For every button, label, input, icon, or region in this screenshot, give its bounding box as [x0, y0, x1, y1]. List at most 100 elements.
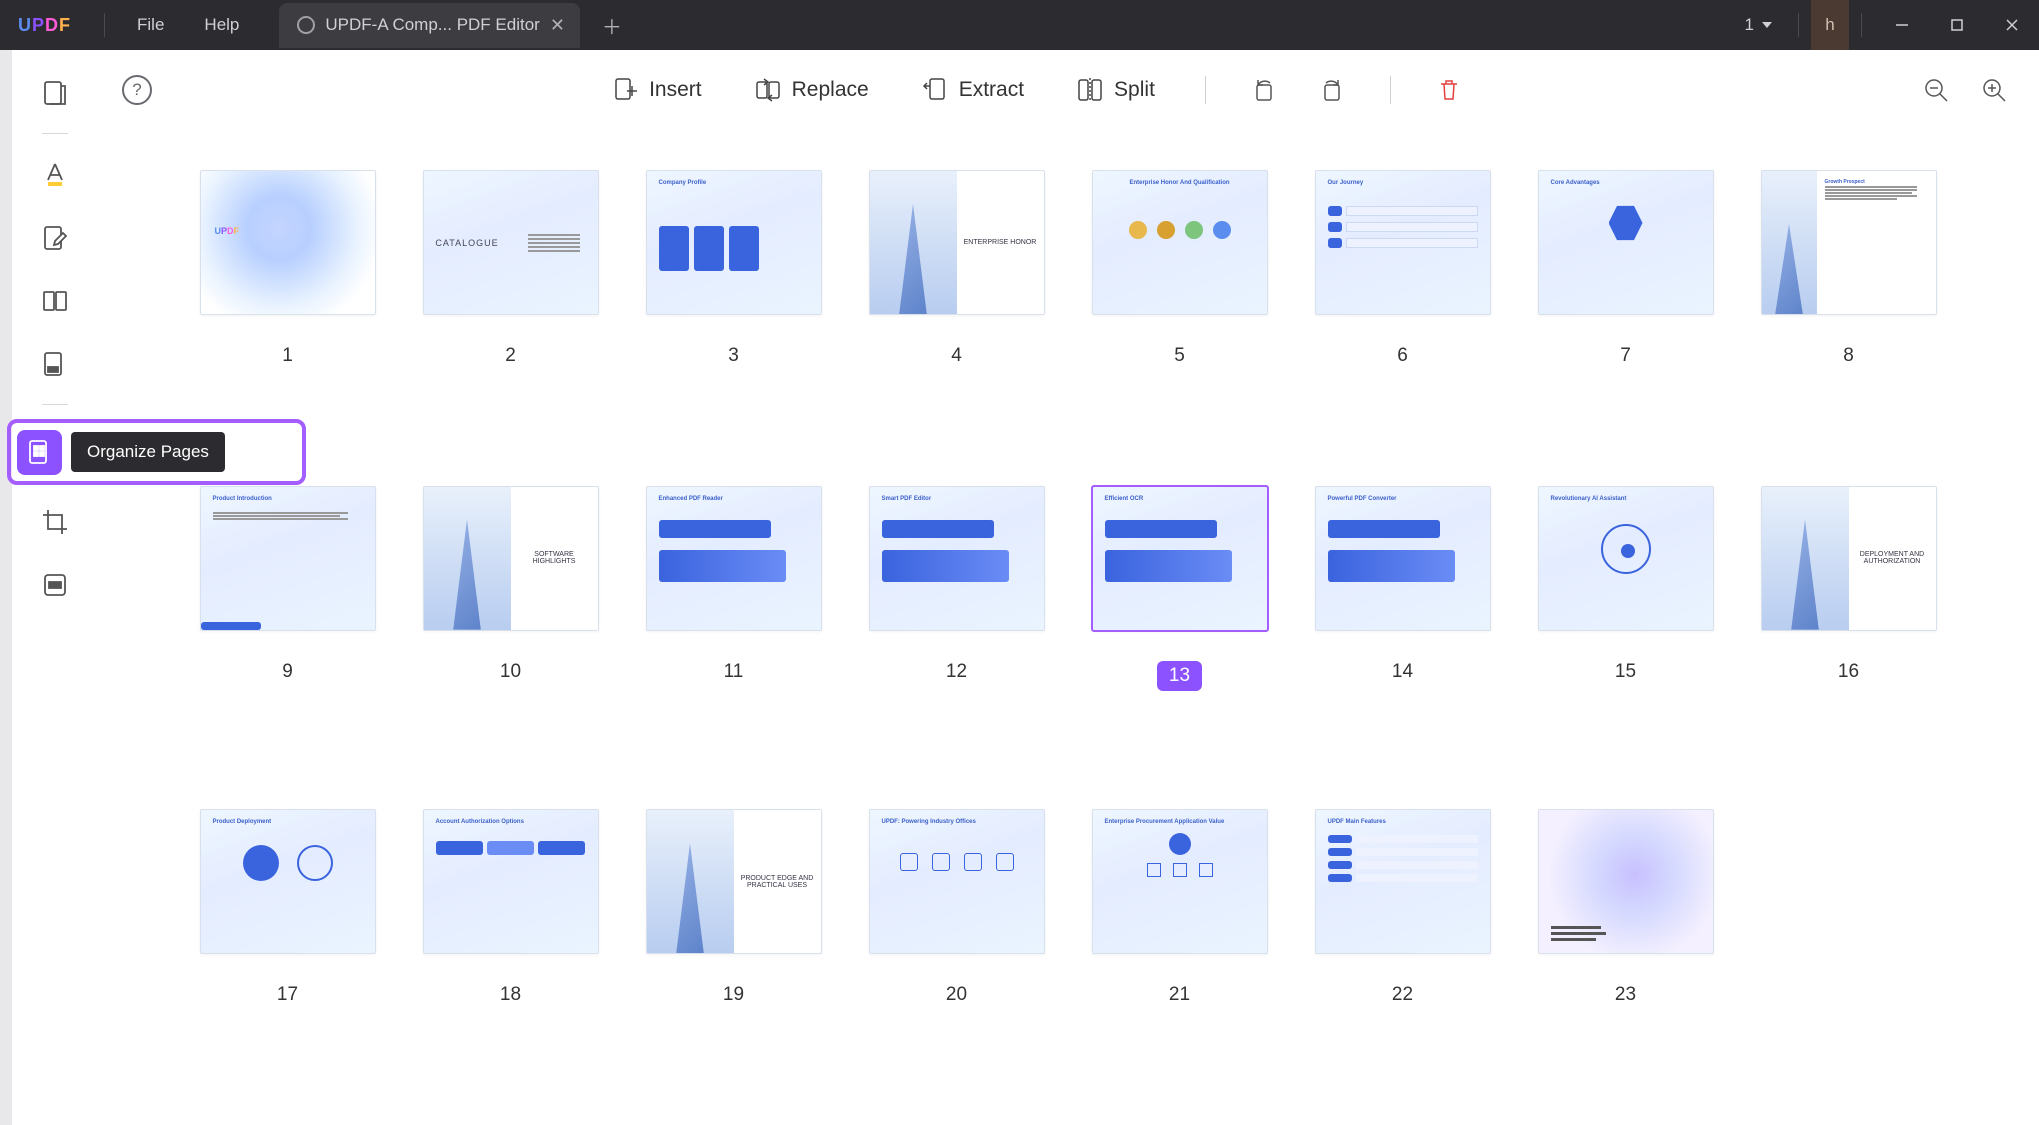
- page-thumbnail-image[interactable]: SOFTWARE HIGHLIGHTS: [423, 486, 599, 631]
- page-thumbnail-image[interactable]: Enterprise Honor And Qualification: [1092, 170, 1268, 315]
- delete-button[interactable]: [1429, 70, 1469, 110]
- page-thumbnail-image[interactable]: Enterprise Procurement Application Value: [1092, 809, 1268, 954]
- page-thumbnail-image[interactable]: PRODUCT EDGE AND PRACTICAL USES: [646, 809, 822, 954]
- workspace-number: 1: [1745, 15, 1754, 35]
- reader-tool-icon[interactable]: [32, 70, 77, 115]
- page-thumbnail[interactable]: PRODUCT EDGE AND PRACTICAL USES19: [643, 809, 824, 1065]
- thumbnail-grid: UPDF 1 CATALOGUE 2 Company Profile 3 ENTERPRIS…: [97, 130, 2039, 1125]
- page-thumbnail[interactable]: Efficient OCR13: [1089, 486, 1270, 750]
- tab-close-icon[interactable]: ✕: [550, 15, 565, 36]
- page-thumbnail[interactable]: Our Journey6: [1312, 170, 1493, 426]
- page-thumbnail-image[interactable]: Revolutionary AI Assistant: [1538, 486, 1714, 631]
- page-thumbnail-image[interactable]: [1538, 809, 1714, 954]
- menu-file[interactable]: File: [117, 0, 184, 50]
- page-thumbnail-image[interactable]: CATALOGUE: [423, 170, 599, 315]
- split-label: Split: [1114, 78, 1155, 102]
- page-number-label: 14: [1392, 661, 1413, 683]
- user-avatar[interactable]: h: [1811, 0, 1849, 50]
- sidebar-separator: [42, 133, 68, 134]
- rotate-right-button[interactable]: [1312, 70, 1352, 110]
- page-thumbnail-image[interactable]: UPDF: [200, 170, 376, 315]
- page-thumbnail[interactable]: Enhanced PDF Reader 11: [643, 486, 824, 750]
- page-thumbnail[interactable]: Company Profile 3: [643, 170, 824, 426]
- page-thumbnail-image[interactable]: Core Advantages: [1538, 170, 1714, 315]
- page-number-label: 1: [282, 345, 293, 367]
- workarea: ? Insert Replace Extract: [97, 50, 2039, 1125]
- help-icon[interactable]: ?: [122, 75, 152, 105]
- page-number-label: 15: [1615, 661, 1636, 683]
- page-number-label: 3: [728, 345, 739, 367]
- extract-label: Extract: [959, 78, 1024, 102]
- organize-toolbar: ? Insert Replace Extract: [97, 50, 2039, 130]
- page-thumbnail[interactable]: UPDF 1: [197, 170, 378, 426]
- page-thumbnail[interactable]: Product Introduction9: [197, 486, 378, 750]
- edit-tool-icon[interactable]: [32, 215, 77, 260]
- left-gutter: [0, 50, 12, 1125]
- page-thumbnail-image[interactable]: Efficient OCR: [1092, 486, 1268, 631]
- page-thumbnail-image[interactable]: UPDF: Powering Industry Offices: [869, 809, 1045, 954]
- workspace-selector[interactable]: 1: [1731, 15, 1786, 35]
- page-thumbnail[interactable]: Product Deployment17: [197, 809, 378, 1065]
- page-thumbnail-image[interactable]: Smart PDF Editor: [869, 486, 1045, 631]
- page-thumbnail-image[interactable]: Our Journey: [1315, 170, 1491, 315]
- page-thumbnail[interactable]: Smart PDF Editor 12: [866, 486, 1047, 750]
- page-thumbnail-image[interactable]: Company Profile: [646, 170, 822, 315]
- chevron-down-icon: [1762, 22, 1772, 28]
- form-tool-icon[interactable]: [32, 341, 77, 386]
- page-thumbnail[interactable]: Revolutionary AI Assistant 15: [1535, 486, 1716, 750]
- page-thumbnail[interactable]: SOFTWARE HIGHLIGHTS10: [420, 486, 601, 750]
- page-thumbnail[interactable]: UPDF: Powering Industry Offices 20: [866, 809, 1047, 1065]
- extract-button[interactable]: Extract: [909, 70, 1036, 110]
- rotate-left-button[interactable]: [1244, 70, 1284, 110]
- divider: [1861, 13, 1862, 37]
- sidebar-separator: [42, 404, 68, 405]
- organize-pages-button[interactable]: Organize Pages: [17, 430, 62, 475]
- page-tools-icon[interactable]: [32, 278, 77, 323]
- maximize-button[interactable]: [1929, 0, 1984, 50]
- page-thumbnail-image[interactable]: Product Introduction: [200, 486, 376, 631]
- page-thumbnail[interactable]: Enterprise Procurement Application Value…: [1089, 809, 1270, 1065]
- page-thumbnail[interactable]: Powerful PDF Converter 14: [1312, 486, 1493, 750]
- page-thumbnail-image[interactable]: ENTERPRISE HONOR: [869, 170, 1045, 315]
- new-tab-button[interactable]: ＋: [602, 11, 622, 40]
- page-thumbnail-image[interactable]: Account Authorization Options: [423, 809, 599, 954]
- crop-tool-icon[interactable]: [32, 499, 77, 544]
- split-button[interactable]: Split: [1064, 70, 1167, 110]
- page-number-label: 23: [1615, 984, 1636, 1006]
- page-thumbnail[interactable]: Core Advantages7: [1535, 170, 1716, 426]
- page-thumbnail[interactable]: Enterprise Honor And Qualification 5: [1089, 170, 1270, 426]
- page-thumbnail-image[interactable]: Enhanced PDF Reader: [646, 486, 822, 631]
- page-thumbnail[interactable]: Account Authorization Options18: [420, 809, 601, 1065]
- page-number-label: 12: [946, 661, 967, 683]
- page-thumbnail-image[interactable]: Powerful PDF Converter: [1315, 486, 1491, 631]
- page-thumbnail[interactable]: ENTERPRISE HONOR4: [866, 170, 1047, 426]
- document-tab[interactable]: UPDF-A Comp... PDF Editor ✕: [279, 3, 580, 48]
- page-number-label: 2: [505, 345, 516, 367]
- page-thumbnail-image[interactable]: DEPLOYMENT AND AUTHORIZATION: [1761, 486, 1937, 631]
- page-number-label: 11: [724, 661, 744, 683]
- page-thumbnail-image[interactable]: UPDF Main Features: [1315, 809, 1491, 954]
- comment-tool-icon[interactable]: [32, 152, 77, 197]
- menu-help[interactable]: Help: [184, 0, 259, 50]
- page-thumbnail-image[interactable]: Product Deployment: [200, 809, 376, 954]
- close-button[interactable]: [1984, 0, 2039, 50]
- insert-label: Insert: [649, 78, 702, 102]
- page-thumbnail[interactable]: 23: [1535, 809, 1716, 1065]
- page-number-label: 20: [946, 984, 967, 1006]
- page-thumbnail[interactable]: UPDF Main Features22: [1312, 809, 1493, 1065]
- minimize-button[interactable]: [1874, 0, 1929, 50]
- page-number-label: 5: [1174, 345, 1185, 367]
- toolbar-separator: [1205, 76, 1206, 104]
- organize-pages-tooltip: Organize Pages: [71, 432, 225, 472]
- zoom-out-button[interactable]: [1916, 70, 1956, 110]
- toolbar-separator: [1390, 76, 1391, 104]
- replace-button[interactable]: Replace: [742, 70, 881, 110]
- redact-tool-icon[interactable]: [32, 562, 77, 607]
- page-thumbnail[interactable]: CATALOGUE 2: [420, 170, 601, 426]
- page-thumbnail[interactable]: DEPLOYMENT AND AUTHORIZATION16: [1758, 486, 1939, 750]
- insert-button[interactable]: Insert: [599, 70, 714, 110]
- page-thumbnail[interactable]: Growth Prospect8: [1758, 170, 1939, 426]
- page-number-label: 21: [1169, 984, 1190, 1006]
- zoom-in-button[interactable]: [1974, 70, 2014, 110]
- page-thumbnail-image[interactable]: Growth Prospect: [1761, 170, 1937, 315]
